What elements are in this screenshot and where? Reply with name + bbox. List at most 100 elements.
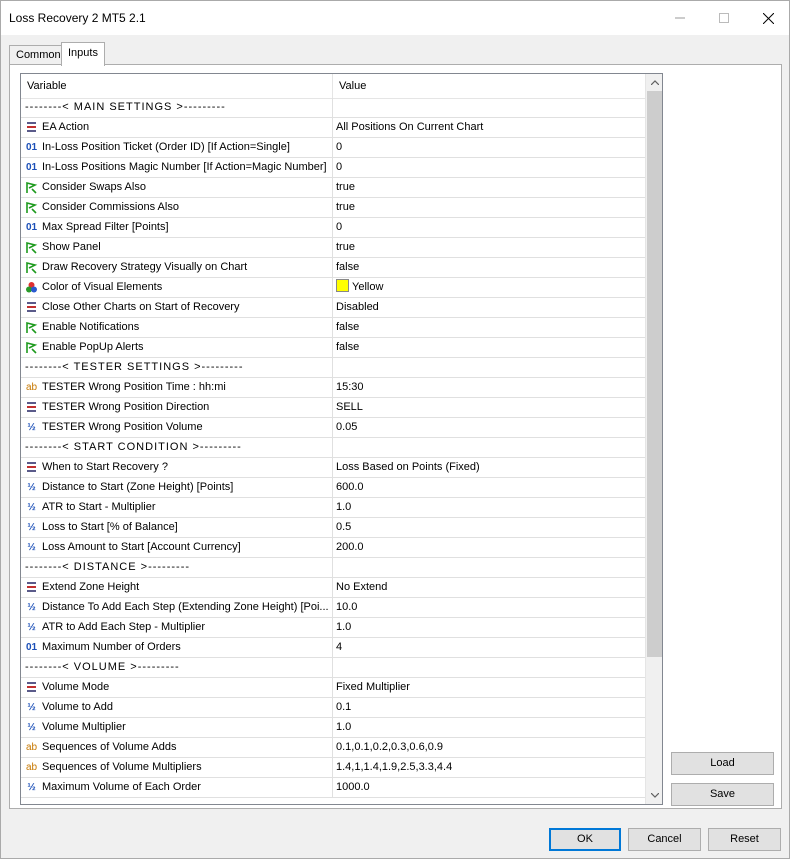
parameter-row[interactable]: ½ TESTER Wrong Position Volume 0.05 <box>21 418 645 438</box>
parameter-row[interactable]: ½ Loss Amount to Start [Account Currency]… <box>21 538 645 558</box>
parameter-row[interactable]: ½ ATR to Start - Multiplier 1.0 <box>21 498 645 518</box>
value-cell[interactable]: 4 <box>333 638 645 657</box>
parameter-row[interactable]: When to Start Recovery ? Loss Based on Po… <box>21 458 645 478</box>
section-header-row[interactable]: --------< TESTER SETTINGS >--------- <box>21 358 645 378</box>
tab-common[interactable]: Common <box>9 45 68 65</box>
value-cell[interactable]: 200.0 <box>333 538 645 557</box>
parameter-row[interactable]: 01 Max Spread Filter [Points] 0 <box>21 218 645 238</box>
value-cell[interactable]: 0.5 <box>333 518 645 537</box>
reset-button[interactable]: Reset <box>708 828 781 851</box>
section-header-row[interactable]: --------< MAIN SETTINGS >--------- <box>21 98 645 118</box>
value-cell[interactable]: Fixed Multiplier <box>333 678 645 697</box>
parameter-row[interactable]: ½ Distance To Add Each Step (Extending Zo… <box>21 598 645 618</box>
value-cell[interactable]: true <box>333 178 645 197</box>
parameter-row[interactable]: ab Sequences of Volume Adds 0.1,0.1,0.2,0.… <box>21 738 645 758</box>
value-cell[interactable]: true <box>333 238 645 257</box>
column-header-variable[interactable]: Variable <box>21 74 333 98</box>
scroll-down-icon[interactable] <box>646 787 662 804</box>
variable-cell: Volume Mode <box>21 678 333 697</box>
double-type-icon: ½ <box>27 502 36 513</box>
value-cell[interactable]: Disabled <box>333 298 645 317</box>
variable-label: Draw Recovery Strategy Visually on Chart <box>42 261 248 273</box>
value-text: false <box>336 341 360 353</box>
close-icon[interactable] <box>745 1 790 35</box>
value-cell[interactable]: 0.1,0.1,0.2,0.3,0.6,0.9 <box>333 738 645 757</box>
parameter-row[interactable]: ½ Volume to Add 0.1 <box>21 698 645 718</box>
double-type-icon: ½ <box>27 542 36 553</box>
variable-cell: Draw Recovery Strategy Visually on Chart <box>21 258 333 277</box>
value-text: Yellow <box>352 281 384 293</box>
vertical-scrollbar[interactable] <box>645 74 662 804</box>
value-cell[interactable]: Loss Based on Points (Fixed) <box>333 458 645 477</box>
value-cell[interactable]: 10.0 <box>333 598 645 617</box>
parameter-row[interactable]: ab TESTER Wrong Position Time : hh:mi 15:3… <box>21 378 645 398</box>
parameter-row[interactable]: Volume Mode Fixed Multiplier <box>21 678 645 698</box>
scroll-up-icon[interactable] <box>646 74 662 91</box>
cancel-button[interactable]: Cancel <box>628 828 701 851</box>
value-cell[interactable]: false <box>333 258 645 277</box>
value-cell[interactable]: 1.0 <box>333 618 645 637</box>
parameter-row[interactable]: Color of Visual Elements Yellow <box>21 278 645 298</box>
parameter-row[interactable]: EA Action All Positions On Current Chart <box>21 118 645 138</box>
value-cell[interactable]: false <box>333 318 645 337</box>
column-header-value[interactable]: Value <box>333 74 645 98</box>
enum-type-icon <box>25 581 38 594</box>
value-cell[interactable]: 600.0 <box>333 478 645 497</box>
variable-cell: ½ Volume to Add <box>21 698 333 717</box>
value-cell[interactable]: All Positions On Current Chart <box>333 118 645 137</box>
variable-label: TESTER Wrong Position Direction <box>42 401 210 413</box>
parameter-row[interactable]: ½ Volume Multiplier 1.0 <box>21 718 645 738</box>
value-cell[interactable]: false <box>333 338 645 357</box>
double-type-icon: ½ <box>27 782 36 793</box>
value-cell[interactable]: 0 <box>333 218 645 237</box>
value-text: Disabled <box>336 301 379 313</box>
maximize-icon[interactable] <box>701 1 747 35</box>
load-button[interactable]: Load <box>671 752 774 775</box>
section-header-row[interactable]: --------< START CONDITION >--------- <box>21 438 645 458</box>
variable-cell: Enable Notifications <box>21 318 333 337</box>
parameter-row[interactable]: TESTER Wrong Position Direction SELL <box>21 398 645 418</box>
value-cell[interactable]: 1000.0 <box>333 778 645 797</box>
grid-rows: --------< MAIN SETTINGS >--------- EA Act… <box>21 98 645 798</box>
parameter-row[interactable]: 01 In-Loss Position Ticket (Order ID) [If… <box>21 138 645 158</box>
parameter-row[interactable]: Consider Swaps Also true <box>21 178 645 198</box>
variable-cell: ½ Distance To Add Each Step (Extending Zo… <box>21 598 333 617</box>
minimize-icon[interactable] <box>657 1 703 35</box>
parameter-row[interactable]: 01 Maximum Number of Orders 4 <box>21 638 645 658</box>
save-button[interactable]: Save <box>671 783 774 806</box>
value-cell[interactable]: 0 <box>333 138 645 157</box>
parameter-row[interactable]: ½ Distance to Start (Zone Height) [Points… <box>21 478 645 498</box>
value-cell[interactable]: 0 <box>333 158 645 177</box>
variable-label: Show Panel <box>42 241 101 253</box>
value-cell[interactable]: 15:30 <box>333 378 645 397</box>
value-cell[interactable]: 0.1 <box>333 698 645 717</box>
parameter-row[interactable]: Enable Notifications false <box>21 318 645 338</box>
ok-button[interactable]: OK <box>549 828 621 851</box>
parameter-row[interactable]: ½ Maximum Volume of Each Order 1000.0 <box>21 778 645 798</box>
parameter-row[interactable]: Consider Commissions Also true <box>21 198 645 218</box>
value-text: false <box>336 261 360 273</box>
value-cell[interactable]: SELL <box>333 398 645 417</box>
double-type-icon: ½ <box>27 702 36 713</box>
value-cell[interactable]: Yellow <box>333 278 645 297</box>
parameter-row[interactable]: ½ Loss to Start [% of Balance] 0.5 <box>21 518 645 538</box>
value-cell[interactable]: 1.4,1,1.4,1.9,2.5,3.3,4.4 <box>333 758 645 777</box>
parameter-row[interactable]: Close Other Charts on Start of Recovery D… <box>21 298 645 318</box>
value-cell[interactable]: 0.05 <box>333 418 645 437</box>
section-header-row[interactable]: --------< VOLUME >--------- <box>21 658 645 678</box>
parameter-row[interactable]: Draw Recovery Strategy Visually on Chart… <box>21 258 645 278</box>
parameter-row[interactable]: Extend Zone Height No Extend <box>21 578 645 598</box>
value-cell[interactable]: true <box>333 198 645 217</box>
tab-inputs[interactable]: Inputs <box>61 42 105 66</box>
parameter-row[interactable]: 01 In-Loss Positions Magic Number [If Act… <box>21 158 645 178</box>
value-text: 0 <box>336 161 343 173</box>
scroll-thumb[interactable] <box>647 91 662 657</box>
section-header-row[interactable]: --------< DISTANCE >--------- <box>21 558 645 578</box>
parameter-row[interactable]: ab Sequences of Volume Multipliers 1.4,1,1… <box>21 758 645 778</box>
value-cell[interactable]: No Extend <box>333 578 645 597</box>
value-cell[interactable]: 1.0 <box>333 498 645 517</box>
parameter-row[interactable]: Enable PopUp Alerts false <box>21 338 645 358</box>
value-cell[interactable]: 1.0 <box>333 718 645 737</box>
parameter-row[interactable]: Show Panel true <box>21 238 645 258</box>
parameter-row[interactable]: ½ ATR to Add Each Step - Multiplier 1.0 <box>21 618 645 638</box>
